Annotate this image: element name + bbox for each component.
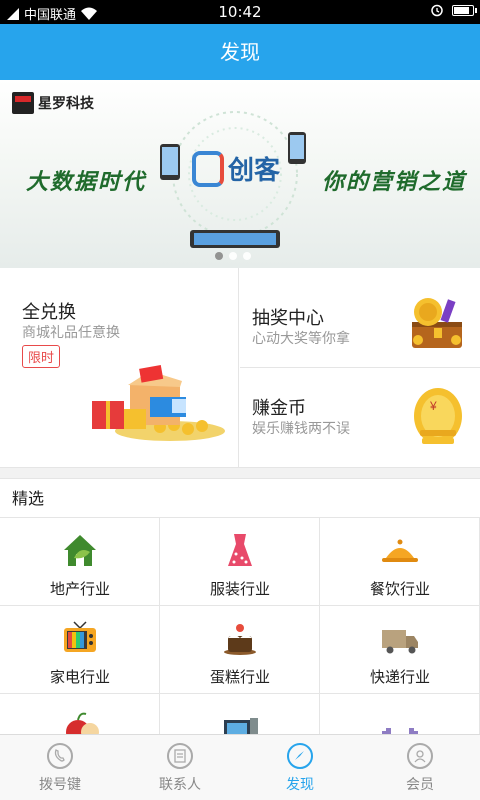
promo-banner[interactable]: 星罗科技 创客 大数据时代 你的营销之道 <box>0 80 480 268</box>
nav-label: 会员 <box>406 777 434 793</box>
industry-label: 服装行业 <box>209 580 270 598</box>
company-logo-mark <box>12 92 34 114</box>
computer-icon <box>224 718 258 734</box>
gold-coins-icon: ¥ <box>414 388 462 444</box>
nav-label: 拨号键 <box>39 777 81 793</box>
exchange-subtitle: 商城礼品任意换 <box>22 325 120 341</box>
nav-item-contacts[interactable]: 联系人 <box>120 735 240 800</box>
brand-c-logo <box>192 150 224 187</box>
industry-item-fitness[interactable] <box>320 694 480 734</box>
coins-card[interactable]: 赚金币 娱乐赚钱两不误 ¥ <box>240 368 480 468</box>
industry-item-appliance[interactable]: 家电行业 <box>0 606 160 694</box>
status-bar: 中国联通 10:42 <box>0 0 480 24</box>
nav-label: 联系人 <box>159 777 201 793</box>
industry-label: 快递行业 <box>369 668 430 686</box>
industry-item-real-estate[interactable]: 地产行业 <box>0 518 160 606</box>
coins-title: 赚金币 <box>252 398 306 419</box>
industry-item-cake[interactable]: 蛋糕行业 <box>160 606 320 694</box>
featured-section-title: 精选 <box>0 478 480 518</box>
banner-dot[interactable] <box>243 252 251 260</box>
nav-label: 发现 <box>286 777 314 793</box>
company-logo: 星罗科技 <box>12 92 94 114</box>
exchange-card[interactable]: 全兑换 商城礼品任意换 限时 <box>0 268 239 468</box>
industry-label: 家电行业 <box>49 668 110 686</box>
coins-subtitle: 娱乐赚钱两不误 <box>252 421 350 437</box>
member-icon <box>407 743 433 769</box>
industry-item-express[interactable]: 快递行业 <box>320 606 480 694</box>
battery-icon <box>452 4 477 16</box>
brand-name: 创客 <box>228 156 281 186</box>
industry-label: 餐饮行业 <box>369 580 430 598</box>
banner-slogan-right: 你的营销之道 <box>322 169 467 195</box>
treasure-chest-icon <box>412 298 462 348</box>
exchange-title: 全兑换 <box>22 302 76 323</box>
nav-item-member[interactable]: 会员 <box>360 735 480 800</box>
alarm-icon <box>431 4 443 17</box>
gift-box-icon <box>92 365 225 441</box>
svg-text:¥: ¥ <box>429 399 437 413</box>
lottery-title: 抽奖中心 <box>252 308 324 329</box>
banner-dot[interactable] <box>229 252 237 260</box>
industry-item-catering[interactable]: 餐饮行业 <box>320 518 480 606</box>
truck-icon <box>382 630 418 654</box>
status-time: 10:42 <box>218 3 262 21</box>
industry-item-digital[interactable] <box>160 694 320 734</box>
page-title: 发现 <box>0 24 480 80</box>
apple-icon <box>66 712 99 734</box>
cake-icon <box>224 624 256 655</box>
industry-label: 地产行业 <box>49 580 110 598</box>
brand-mark: 创客 <box>192 150 280 187</box>
bottom-nav: 拨号键 联系人 发现 会员 <box>0 734 480 800</box>
industry-grid: 地产行业 服装行业 餐饮行业 家电行业 蛋糕行业 快递行业 <box>0 518 480 734</box>
dress-icon <box>228 534 252 566</box>
lottery-subtitle: 心动大奖等你拿 <box>252 331 350 347</box>
lottery-card[interactable]: 抽奖中心 心动大奖等你拿 <box>240 268 480 368</box>
promo-section: 全兑换 商城礼品任意换 限时 抽奖中心 心动大奖等你拿 赚金币 娱乐赚钱两不误 … <box>0 268 480 468</box>
industry-item-fruit[interactable] <box>0 694 160 734</box>
contacts-icon <box>167 743 193 769</box>
compass-icon <box>287 743 313 769</box>
banner-pagination <box>215 252 251 260</box>
banner-slogan-left: 大数据时代 <box>26 169 147 195</box>
industry-label: 蛋糕行业 <box>209 668 270 686</box>
dumbbell-icon <box>382 728 418 734</box>
nav-item-dialer[interactable]: 拨号键 <box>0 735 120 800</box>
house-icon <box>64 535 96 566</box>
company-name: 星罗科技 <box>38 96 94 112</box>
limited-time-badge: 限时 <box>22 345 61 368</box>
nav-item-discover[interactable]: 发现 <box>240 735 360 800</box>
industry-item-clothing[interactable]: 服装行业 <box>160 518 320 606</box>
banner-dot[interactable] <box>215 252 223 260</box>
phone-dial-icon <box>47 743 73 769</box>
food-cloche-icon <box>382 539 418 562</box>
tv-icon <box>64 621 96 652</box>
